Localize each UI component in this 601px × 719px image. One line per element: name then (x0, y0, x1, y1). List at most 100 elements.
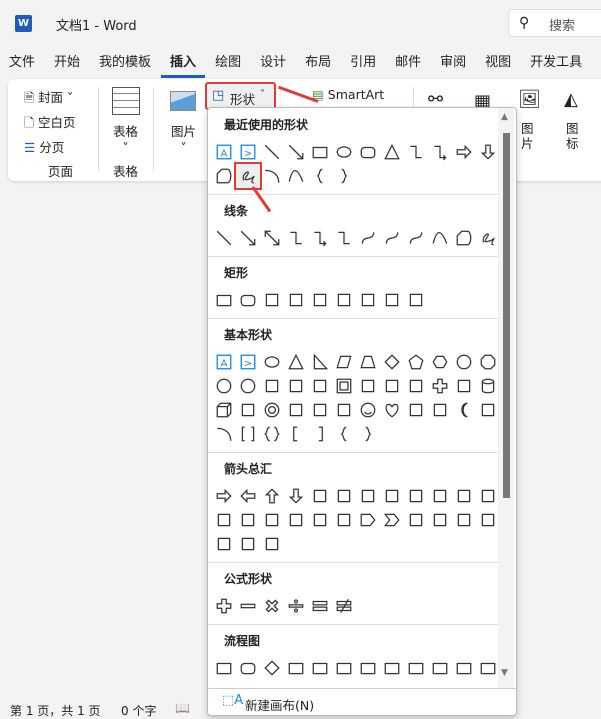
shape-textbox[interactable]: A (212, 140, 236, 164)
shape-right-arrow[interactable] (452, 140, 476, 164)
shape-right-arrow[interactable] (212, 484, 236, 508)
shape-lightning[interactable] (404, 398, 428, 422)
shape-curve[interactable] (428, 226, 452, 250)
shape-brackets[interactable] (236, 422, 260, 446)
shape-round2[interactable] (380, 288, 404, 312)
smartart-button[interactable]: ▤ SmartArt (312, 87, 384, 102)
scroll-up-icon[interactable]: ▲ (501, 112, 508, 122)
shape-sun[interactable] (428, 398, 452, 422)
shape-donut[interactable] (260, 398, 284, 422)
shape-quad-arrow[interactable] (356, 484, 380, 508)
shape-curved-u[interactable] (260, 508, 284, 532)
shape-multiply[interactable] (260, 594, 284, 618)
shape-freeform[interactable] (452, 226, 476, 250)
shape-arc[interactable] (260, 164, 284, 188)
search-box[interactable]: ⚲ 搜索 (508, 9, 601, 37)
shape-hexagon[interactable] (428, 350, 452, 374)
shape-curved-l[interactable] (236, 508, 260, 532)
tab-1[interactable]: 开始 (45, 52, 89, 74)
shape-up-callout[interactable] (476, 508, 500, 532)
shape-rect[interactable] (332, 656, 356, 680)
shape-lup-arrow[interactable] (452, 484, 476, 508)
shape-rect[interactable] (212, 288, 236, 312)
shape-lr-callout[interactable] (212, 532, 236, 556)
scroll-down-icon[interactable]: ▼ (501, 668, 508, 678)
page-break-button[interactable]: ☰ 分页 (24, 137, 64, 156)
shape-minus[interactable] (236, 594, 260, 618)
shape-round1[interactable] (356, 288, 380, 312)
shape-equal[interactable] (308, 594, 332, 618)
shape-rect[interactable] (212, 656, 236, 680)
picture-button[interactable]: 图片 ˅ (171, 121, 196, 155)
shape-diamond[interactable] (260, 656, 284, 680)
shape-snip3[interactable] (308, 288, 332, 312)
shape-elbow-double[interactable] (332, 226, 356, 250)
shape-curved[interactable] (356, 226, 380, 250)
shape-curved-double[interactable] (404, 226, 428, 250)
shape-left-callout[interactable] (452, 508, 476, 532)
shape-rect[interactable] (452, 656, 476, 680)
shape-rect[interactable] (308, 656, 332, 680)
shape-rbrace[interactable] (356, 422, 380, 446)
shape-roundrect[interactable] (236, 656, 260, 680)
shape-lbrace[interactable] (308, 164, 332, 188)
shape-plaque[interactable] (452, 374, 476, 398)
shape-uturn[interactable] (428, 484, 452, 508)
shape-bent-arrow[interactable] (404, 484, 428, 508)
shape-snip-round[interactable] (332, 288, 356, 312)
cover-button[interactable]: 🗎 封面 ˅ (24, 87, 73, 110)
tab-11[interactable]: 开发工具 (521, 52, 591, 74)
shape-smiley[interactable] (356, 398, 380, 422)
shape-freeform[interactable] (212, 164, 236, 188)
shape-circular[interactable] (260, 532, 284, 556)
shape-double-arrow-line[interactable] (260, 226, 284, 250)
shape-right-callout[interactable] (404, 508, 428, 532)
shape-rbracket[interactable] (308, 422, 332, 446)
shape-elbow[interactable] (284, 226, 308, 250)
shape-roundrect[interactable] (356, 140, 380, 164)
shape-down-callout[interactable] (428, 508, 452, 532)
shape-can[interactable] (476, 374, 500, 398)
shapes-button[interactable]: ◳ 形状 ˅ (205, 82, 276, 110)
tab-4[interactable]: 绘图 (206, 52, 250, 74)
shape-curved-r[interactable] (212, 508, 236, 532)
shape-rect[interactable] (404, 656, 428, 680)
shape-rbrace[interactable] (332, 164, 356, 188)
tab-10[interactable]: 视图 (476, 52, 520, 74)
scrollbar[interactable]: ▲ ▼ (498, 108, 514, 688)
shape-triangle[interactable] (380, 140, 404, 164)
shape-pentagon[interactable] (404, 350, 428, 374)
shape-diagstripe[interactable] (404, 374, 428, 398)
shape-rect[interactable] (380, 656, 404, 680)
shape-lru-arrow[interactable] (380, 484, 404, 508)
shape-plus[interactable] (212, 594, 236, 618)
shape-down-arrow[interactable] (284, 484, 308, 508)
shape-round-diag[interactable] (404, 288, 428, 312)
shape-down-arrow[interactable] (476, 140, 500, 164)
shape-elbow-arrow[interactable] (308, 226, 332, 250)
shape-notched[interactable] (332, 508, 356, 532)
shape-vtextbox[interactable]: > (236, 350, 260, 374)
shape-scribble[interactable] (234, 162, 262, 190)
shape-divide[interactable] (284, 594, 308, 618)
shape-chord[interactable] (284, 374, 308, 398)
scrollbar-thumb[interactable] (503, 133, 510, 498)
shape-triangle[interactable] (284, 350, 308, 374)
shape-cube[interactable] (212, 398, 236, 422)
shape-up-arrow[interactable] (260, 484, 284, 508)
shape-line[interactable] (212, 226, 236, 250)
shape-rect[interactable] (284, 656, 308, 680)
tab-2[interactable]: 我的模板 (90, 52, 160, 74)
shape-line[interactable] (260, 140, 284, 164)
shape-rect[interactable] (356, 656, 380, 680)
picture2-button[interactable]: 图片 (521, 121, 535, 151)
shape-chevron[interactable] (380, 508, 404, 532)
shape-heptagon[interactable] (452, 350, 476, 374)
shape-arrow-line[interactable] (236, 226, 260, 250)
shape-lbracket[interactable] (284, 422, 308, 446)
shape-trapezoid[interactable] (356, 350, 380, 374)
shape-rect[interactable] (476, 656, 500, 680)
shape-arrow-line[interactable] (284, 140, 308, 164)
shape-scribble[interactable] (476, 226, 500, 250)
shape-vtextbox[interactable]: > (236, 140, 260, 164)
